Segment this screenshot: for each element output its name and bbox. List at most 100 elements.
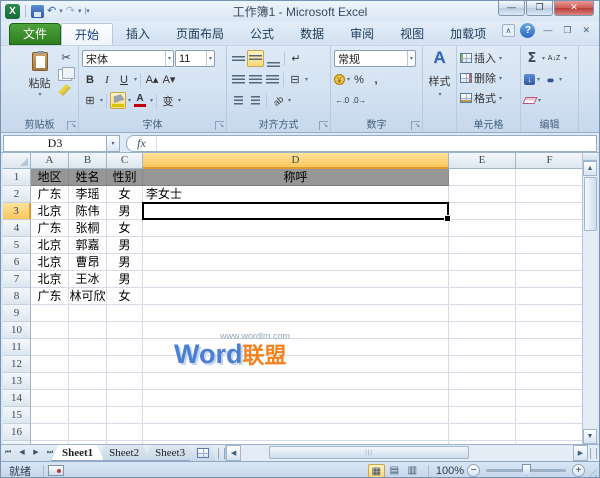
cell-D6[interactable] — [143, 254, 449, 271]
cell-E11[interactable] — [449, 339, 516, 356]
fill-button[interactable]: ↓ — [524, 74, 535, 85]
cell-E3[interactable] — [449, 203, 516, 220]
column-header-A[interactable]: A — [31, 153, 69, 169]
cell-F6[interactable] — [516, 254, 584, 271]
cell-B6[interactable]: 曹昂 — [69, 254, 107, 271]
align-middle-button[interactable] — [247, 50, 264, 67]
clear-button-icon[interactable] — [522, 97, 537, 104]
sort-filter-button[interactable]: A↓Z — [546, 50, 562, 67]
cell-C10[interactable] — [107, 322, 143, 339]
accounting-dropdown-icon[interactable]: ▾ — [347, 76, 350, 83]
cell-A9[interactable] — [31, 305, 69, 322]
cell-D4[interactable] — [143, 220, 449, 237]
sheet-tab-Sheet3[interactable]: Sheet3 — [144, 445, 196, 461]
format-cells-button[interactable]: 格式 ▾ — [460, 88, 517, 108]
cell-C11[interactable] — [107, 339, 143, 356]
cell-D16[interactable] — [143, 424, 449, 441]
alignment-dialog-launcher-icon[interactable]: ↘ — [319, 121, 328, 130]
scroll-down-icon[interactable]: ▼ — [583, 429, 597, 444]
row-header-13[interactable]: 13 — [3, 373, 31, 390]
insert-cells-button[interactable]: 插入 ▾ — [460, 48, 517, 68]
find-dropdown-icon[interactable]: ▾ — [559, 76, 562, 83]
borders-dropdown-icon[interactable]: ▾ — [100, 97, 103, 104]
cell-F10[interactable] — [516, 322, 584, 339]
cell-A4[interactable]: 广东 — [31, 220, 69, 237]
cell-A6[interactable]: 北京 — [31, 254, 69, 271]
sheet-nav-first-icon[interactable]: ⏮ — [1, 445, 15, 461]
row-header-8[interactable]: 8 — [3, 288, 31, 305]
cell-D14[interactable] — [143, 390, 449, 407]
horizontal-scroll-thumb[interactable]: ||| — [269, 446, 469, 459]
sheet-tab-Sheet2[interactable]: Sheet2 — [98, 445, 150, 461]
cell-C16[interactable] — [107, 424, 143, 441]
selection-border[interactable] — [142, 202, 449, 220]
horizontal-scroll-track[interactable]: ||| — [241, 445, 573, 461]
file-tab[interactable]: 文件 — [9, 23, 61, 45]
cell-E7[interactable] — [449, 271, 516, 288]
cell-B8[interactable]: 林可欣 — [69, 288, 107, 305]
cell-A5[interactable]: 北京 — [31, 237, 69, 254]
cell-E2[interactable] — [449, 186, 516, 203]
cell-E1[interactable] — [449, 169, 516, 186]
delete-cells-button[interactable]: 删除 ▾ — [460, 68, 517, 88]
phonetic-guide-button[interactable]: 变 — [160, 92, 176, 109]
cell-A16[interactable] — [31, 424, 69, 441]
cell-F14[interactable] — [516, 390, 584, 407]
number-format-select[interactable]: 常规 ▾ — [334, 50, 416, 67]
accounting-format-icon[interactable]: ¥ — [334, 74, 345, 85]
align-center-button[interactable] — [247, 71, 263, 88]
clear-dropdown-icon[interactable]: ▾ — [538, 97, 541, 104]
cell-C14[interactable] — [107, 390, 143, 407]
cell-C13[interactable] — [107, 373, 143, 390]
row-header-12[interactable]: 12 — [3, 356, 31, 373]
tab-公式[interactable]: 公式 — [237, 23, 287, 45]
zoom-slider-track[interactable] — [486, 469, 566, 472]
tab-视图[interactable]: 视图 — [387, 23, 437, 45]
autosum-button[interactable]: Σ — [524, 50, 540, 67]
align-left-button[interactable] — [230, 71, 246, 88]
cell-C3[interactable]: 男 — [107, 203, 143, 220]
chevron-down-icon[interactable]: ▾ — [206, 51, 214, 66]
paste-dropdown-icon[interactable]: ▾ — [38, 91, 41, 98]
row-header-14[interactable]: 14 — [3, 390, 31, 407]
row-header-15[interactable]: 15 — [3, 407, 31, 424]
undo-dropdown-icon[interactable]: ▾ — [59, 7, 63, 15]
align-bottom-button[interactable] — [265, 50, 281, 67]
cell-C12[interactable] — [107, 356, 143, 373]
italic-button[interactable]: I — [99, 71, 115, 88]
cell-C9[interactable] — [107, 305, 143, 322]
cell-B4[interactable]: 张桐 — [69, 220, 107, 237]
row-header-10[interactable]: 10 — [3, 322, 31, 339]
cell-E12[interactable] — [449, 356, 516, 373]
tab-scrollbar-splitter[interactable] — [218, 448, 225, 459]
row-header-4[interactable]: 4 — [3, 220, 31, 237]
cell-B14[interactable] — [69, 390, 107, 407]
row-header-9[interactable]: 9 — [3, 305, 31, 322]
row-header-16[interactable]: 16 — [3, 424, 31, 441]
chevron-down-icon[interactable]: ▾ — [165, 51, 173, 66]
sort-dropdown-icon[interactable]: ▾ — [564, 55, 567, 62]
increase-decimal-button[interactable]: ←.0 — [334, 92, 350, 109]
align-top-button[interactable] — [230, 50, 246, 67]
cell-A3[interactable]: 北京 — [31, 203, 69, 220]
doc-minimize-button[interactable]: — — [540, 24, 555, 37]
qat-customize-icon[interactable]: |▾ — [84, 7, 89, 15]
phonetic-dropdown-icon[interactable]: ▾ — [178, 97, 181, 104]
font-color-button[interactable]: A — [132, 92, 148, 109]
cell-D5[interactable] — [143, 237, 449, 254]
sheet-nav-prev-icon[interactable]: ◀ — [15, 445, 29, 461]
chevron-down-icon[interactable]: ▾ — [407, 51, 415, 66]
row-header-6[interactable]: 6 — [3, 254, 31, 271]
wrap-text-button[interactable]: ↵ — [288, 50, 304, 67]
doc-restore-button[interactable]: ❐ — [560, 24, 574, 37]
cell-F13[interactable] — [516, 373, 584, 390]
cell-A14[interactable] — [31, 390, 69, 407]
collapse-ribbon-icon[interactable]: ∧ — [502, 24, 516, 37]
vertical-scrollbar[interactable]: ▲ ▼ — [582, 153, 597, 444]
font-dialog-launcher-icon[interactable]: ↘ — [215, 121, 224, 130]
zoom-slider-thumb[interactable] — [522, 464, 531, 476]
cell-E13[interactable] — [449, 373, 516, 390]
column-header-C[interactable]: C — [107, 153, 143, 169]
horizontal-split-handle[interactable] — [590, 448, 597, 459]
number-dialog-launcher-icon[interactable]: ↘ — [411, 121, 420, 130]
